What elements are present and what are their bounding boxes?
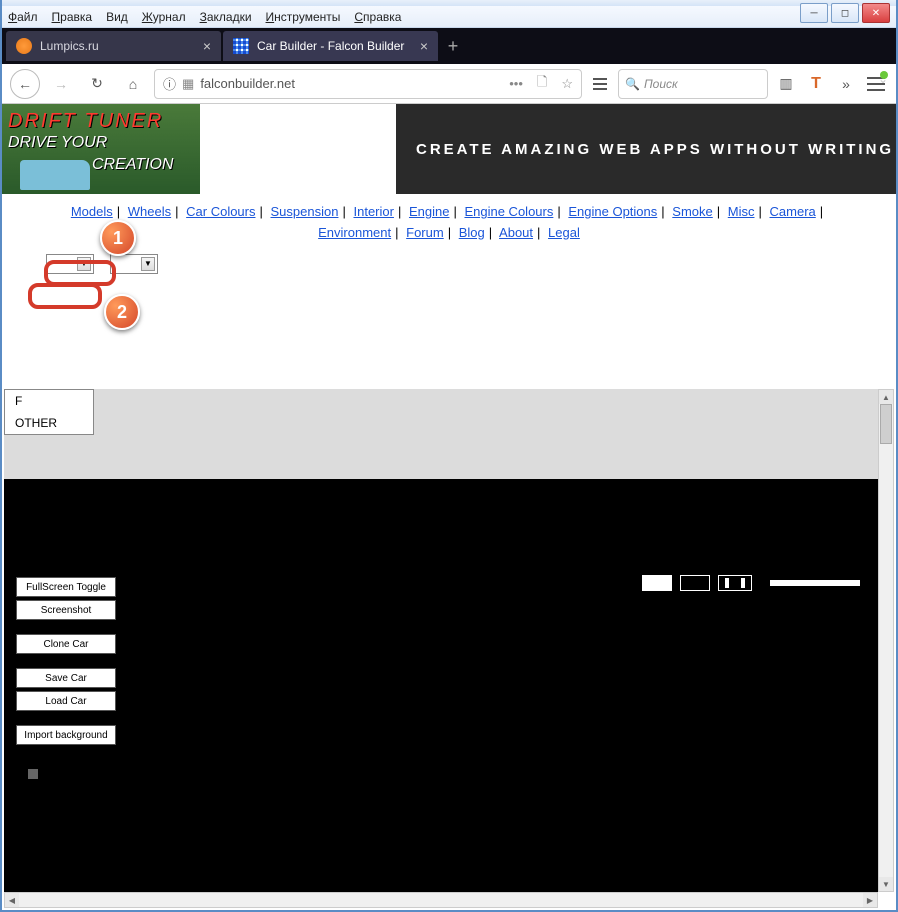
- vertical-scrollbar[interactable]: ▲ ▼: [878, 389, 894, 892]
- reload-button[interactable]: ↻: [82, 69, 112, 99]
- logo-line3: CREATION: [92, 156, 173, 174]
- tab-title: Lumpics.ru: [40, 39, 99, 53]
- menu-edit[interactable]: Правка: [52, 10, 93, 24]
- nav-engine[interactable]: Engine: [409, 204, 449, 219]
- render-canvas[interactable]: FullScreen Toggle Screenshot Clone Car S…: [4, 479, 878, 892]
- window-close-button[interactable]: ✕: [862, 3, 890, 23]
- view-rear-icon[interactable]: [718, 575, 752, 591]
- tab-close-button[interactable]: ×: [420, 38, 428, 54]
- window-maximize-button[interactable]: ◻: [831, 3, 859, 23]
- nav-suspension[interactable]: Suspension: [271, 204, 339, 219]
- app-menu-button[interactable]: [864, 72, 888, 96]
- permissions-icon[interactable]: ▦: [182, 76, 194, 92]
- app-canvas-area: FullScreen Toggle Screenshot Clone Car S…: [4, 389, 878, 892]
- make-dropdown-list: F OTHER: [4, 389, 94, 435]
- menu-history[interactable]: Журнал: [142, 10, 186, 24]
- tab-carbuilder[interactable]: Car Builder - Falcon Builder ×: [223, 31, 438, 61]
- dropdown-option-f[interactable]: F: [5, 390, 93, 412]
- stop-icon[interactable]: [28, 769, 38, 779]
- back-button[interactable]: ←: [10, 69, 40, 99]
- search-icon: 🔍: [625, 77, 640, 91]
- app-menubar: ФФайлайл Правка Вид Журнал Закладки Инст…: [2, 6, 896, 28]
- tab-title: Car Builder - Falcon Builder: [257, 39, 404, 53]
- nav-blog[interactable]: Blog: [459, 225, 485, 240]
- nav-models[interactable]: Models: [71, 204, 113, 219]
- save-car-button[interactable]: Save Car: [16, 668, 116, 688]
- scroll-thumb[interactable]: [880, 404, 892, 444]
- nav-misc[interactable]: Misc: [728, 204, 755, 219]
- nav-car-colours[interactable]: Car Colours: [186, 204, 255, 219]
- info-icon[interactable]: ⓘ: [163, 74, 176, 93]
- screenshot-button[interactable]: Screenshot: [16, 600, 116, 620]
- nav-environment[interactable]: Environment: [318, 225, 391, 240]
- scroll-right-icon[interactable]: ▶: [863, 893, 877, 907]
- new-tab-button[interactable]: +: [440, 33, 466, 59]
- fullscreen-toggle-button[interactable]: FullScreen Toggle: [16, 577, 116, 597]
- forward-button[interactable]: →: [46, 69, 76, 99]
- search-placeholder: Поиск: [644, 77, 678, 91]
- logo-line2: DRIVE YOUR: [8, 134, 107, 152]
- import-background-button[interactable]: Import background: [16, 725, 116, 745]
- site-nav: Models| Wheels| Car Colours| Suspension|…: [2, 194, 896, 252]
- browser-toolbar: ← → ↻ ⌂ ⓘ ▦ falconbuilder.net ••• 🗋 ☆ 🔍 …: [2, 64, 896, 104]
- favicon-icon: [16, 38, 32, 54]
- site-logo[interactable]: DRIFT TUNER DRIVE YOUR CREATION: [2, 104, 200, 194]
- search-bar[interactable]: 🔍 Поиск: [618, 69, 768, 99]
- nav-wheels[interactable]: Wheels: [128, 204, 171, 219]
- scroll-left-icon[interactable]: ◀: [5, 893, 19, 907]
- address-bar[interactable]: ⓘ ▦ falconbuilder.net ••• 🗋 ☆: [154, 69, 582, 99]
- extension-t-button[interactable]: T: [804, 72, 828, 96]
- ad-banner[interactable]: CREATE AMAZING WEB APPS WITHOUT WRITING: [396, 104, 896, 194]
- car-model-select[interactable]: ▼: [110, 254, 158, 274]
- clone-car-button[interactable]: Clone Car: [16, 634, 116, 654]
- overflow-button[interactable]: »: [834, 72, 858, 96]
- library-button[interactable]: [588, 72, 612, 96]
- nav-camera[interactable]: Camera: [770, 204, 816, 219]
- window-minimize-button[interactable]: ─: [800, 3, 828, 23]
- menu-bookmarks[interactable]: Закладки: [200, 10, 252, 24]
- home-button[interactable]: ⌂: [118, 69, 148, 99]
- annotation-badge-2: 2: [104, 294, 140, 330]
- view-side-icon[interactable]: [642, 575, 672, 591]
- zoom-slider[interactable]: [770, 580, 860, 586]
- menu-view[interactable]: Вид: [106, 10, 128, 24]
- nav-interior[interactable]: Interior: [353, 204, 393, 219]
- favicon-icon: [233, 38, 249, 54]
- sidebar-button[interactable]: ▥: [774, 72, 798, 96]
- logo-line1: DRIFT TUNER: [8, 110, 163, 133]
- nav-engine-options[interactable]: Engine Options: [568, 204, 657, 219]
- nav-about[interactable]: About: [499, 225, 533, 240]
- page-actions-button[interactable]: •••: [509, 76, 523, 91]
- annotation-badge-1: 1: [100, 220, 136, 256]
- browser-tabstrip: Lumpics.ru × Car Builder - Falcon Builde…: [2, 28, 896, 64]
- view-front-icon[interactable]: [680, 575, 710, 591]
- ad-text: CREATE AMAZING WEB APPS WITHOUT WRITING: [416, 141, 894, 158]
- reader-mode-icon[interactable]: 🗋: [537, 73, 547, 95]
- annotation-ring-2: [28, 283, 102, 309]
- nav-smoke[interactable]: Smoke: [672, 204, 712, 219]
- load-car-button[interactable]: Load Car: [16, 691, 116, 711]
- url-text: falconbuilder.net: [200, 76, 295, 91]
- scroll-down-icon[interactable]: ▼: [879, 877, 893, 891]
- nav-legal[interactable]: Legal: [548, 225, 580, 240]
- tab-close-button[interactable]: ×: [203, 38, 211, 54]
- menu-file[interactable]: ФФайлайл: [8, 10, 38, 24]
- bookmark-star-icon[interactable]: ☆: [561, 76, 573, 92]
- scroll-up-icon[interactable]: ▲: [879, 390, 893, 404]
- horizontal-scrollbar[interactable]: ◀ ▶: [4, 892, 878, 908]
- car-graphic: [20, 160, 90, 190]
- nav-engine-colours[interactable]: Engine Colours: [464, 204, 553, 219]
- menu-tools[interactable]: Инструменты: [266, 10, 341, 24]
- chevron-down-icon: ▼: [141, 257, 155, 271]
- tab-lumpics[interactable]: Lumpics.ru ×: [6, 31, 221, 61]
- menu-help[interactable]: Справка: [354, 10, 401, 24]
- nav-forum[interactable]: Forum: [406, 225, 444, 240]
- dropdown-option-other[interactable]: OTHER: [5, 412, 93, 434]
